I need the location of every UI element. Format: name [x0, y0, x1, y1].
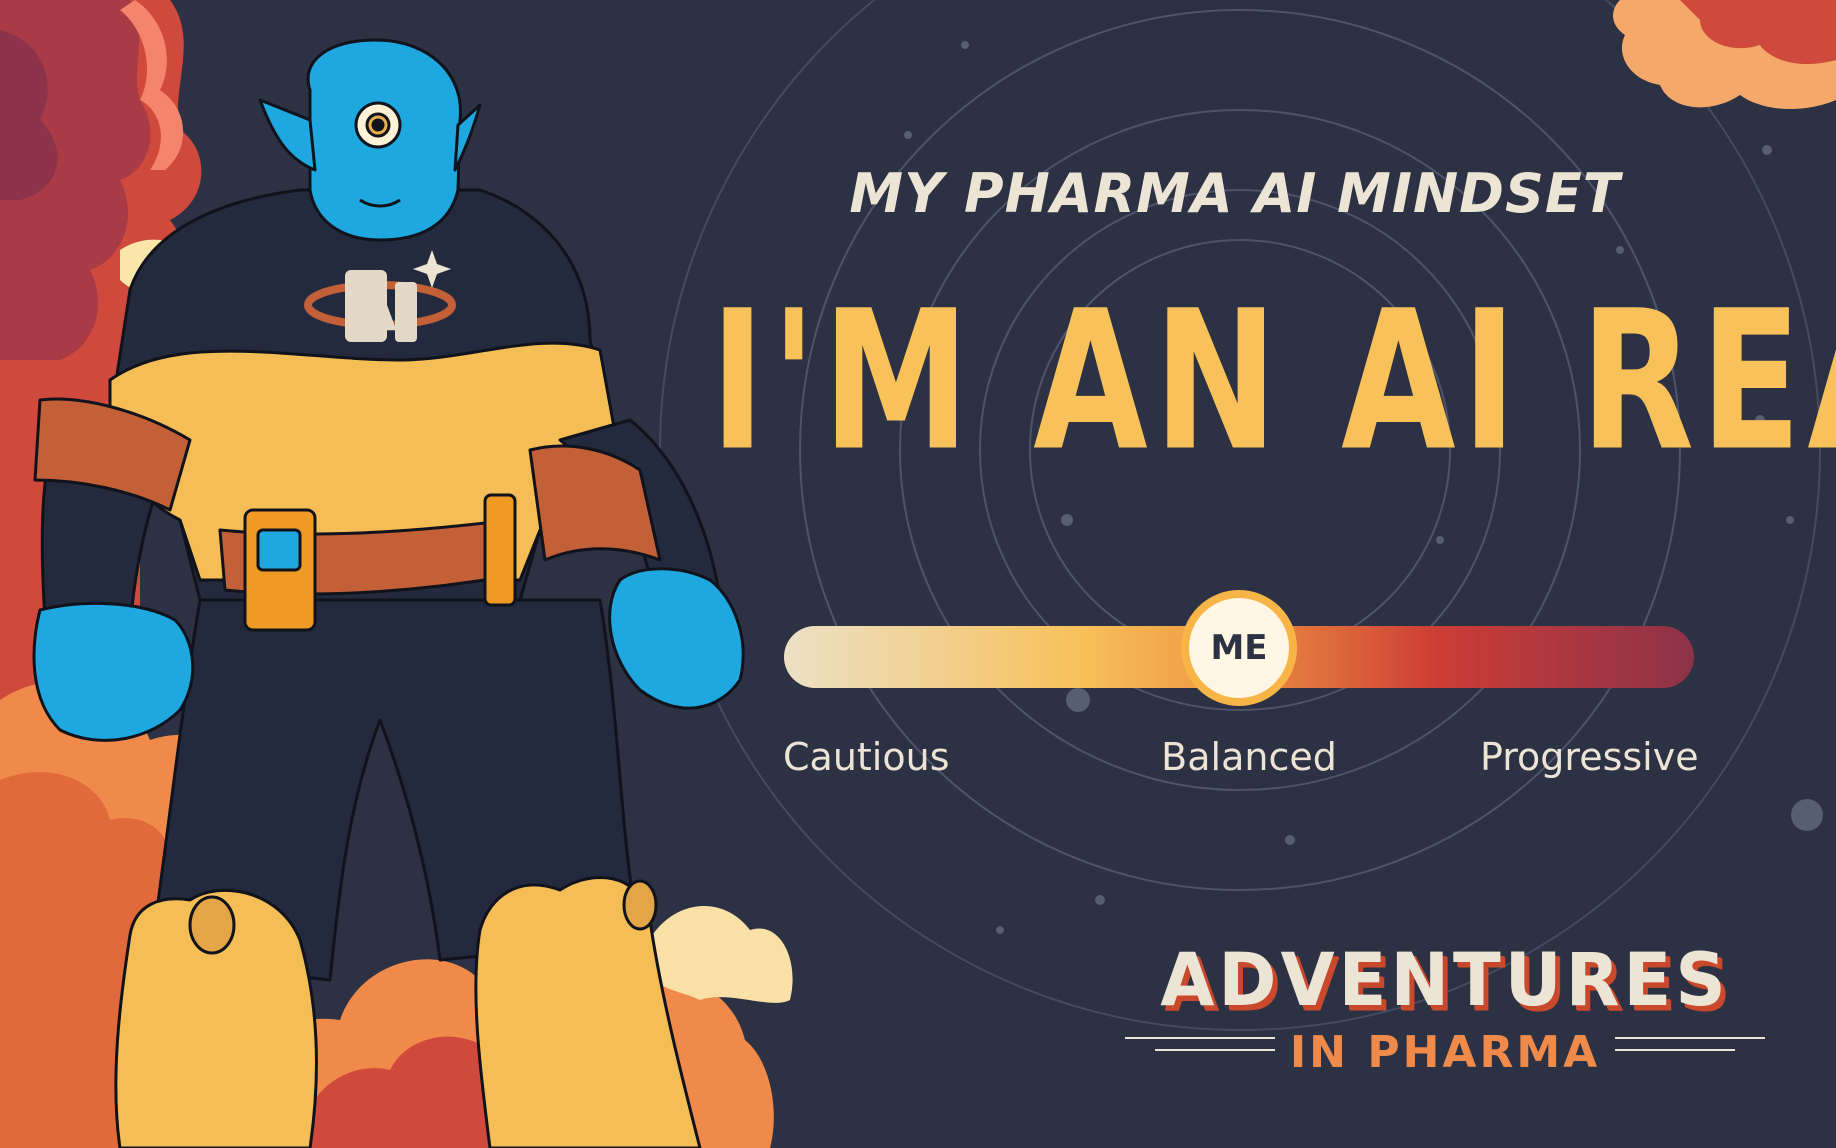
card-headline: I'M AN AI REALIST [710, 269, 1836, 493]
scale-label-balanced: Balanced [1161, 735, 1337, 779]
top-right-smoke-cloud [1613, 0, 1836, 110]
logo-line-adventures: ADVENTURES [1160, 936, 1730, 1024]
logo-line-in-pharma: IN PHARMA [1289, 1027, 1601, 1078]
card-canvas: AI MY PHARMA AI MINDSET I'M AN AI REALIS… [0, 0, 1836, 1148]
scale-label-cautious: Cautious [783, 735, 950, 779]
card-subtitle: MY PHARMA AI MINDSET [849, 162, 1621, 225]
chest-emblem-text: AI [352, 276, 418, 344]
scale-label-progressive: Progressive [1480, 735, 1699, 779]
mindset-slider-marker: ME [1181, 590, 1297, 706]
orbit-rings [659, 0, 1821, 1031]
adventures-in-pharma-logo: ADVENTURES IN PHARMA [1125, 936, 1765, 1078]
